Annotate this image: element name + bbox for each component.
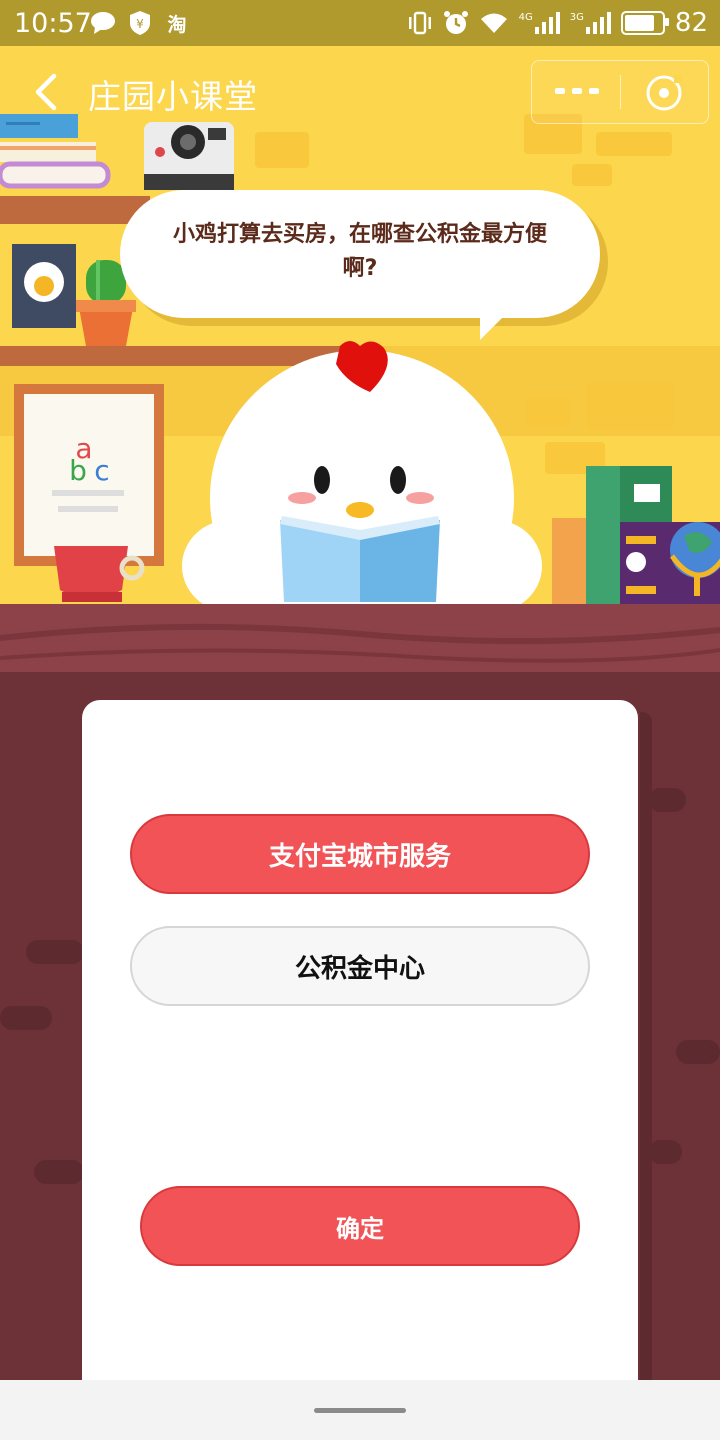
- bg-dash: [0, 1006, 52, 1030]
- question-bubble: 小鸡打算去买房，在哪查公积金最方便啊?: [120, 190, 600, 318]
- mini-program-capsule: [531, 60, 709, 124]
- battery-percent: 82: [674, 8, 708, 38]
- option-label: 公积金中心: [294, 953, 425, 984]
- taobao-icon: 淘: [167, 13, 186, 35]
- chat-bubble-icon: [91, 12, 115, 34]
- shield-yen-icon: ¥: [130, 11, 150, 35]
- card-shadow: [640, 712, 652, 1402]
- wifi-icon: [480, 13, 507, 33]
- table-surface: [0, 604, 720, 672]
- bg-dash: [34, 1160, 84, 1184]
- answer-card: 支付宝城市服务 公积金中心 确定: [82, 700, 638, 1400]
- chevron-left-icon[interactable]: [26, 68, 66, 116]
- app-root: a b c 10:57 ¥ 淘 4G 3G 82 庄园小课堂 小鸡打算去买房，在…: [0, 0, 720, 1440]
- home-indicator[interactable]: [314, 1408, 406, 1413]
- confirm-label: 确定: [336, 1214, 384, 1243]
- battery-fill: [624, 15, 654, 31]
- status-left-icons: ¥ 淘: [90, 8, 190, 38]
- status-bar: 10:57 ¥ 淘 4G 3G 82: [0, 0, 720, 46]
- bg-dash: [676, 1040, 720, 1064]
- vibrate-icon: [408, 11, 431, 35]
- confirm-button[interactable]: 确定: [140, 1186, 580, 1266]
- option-label: 支付宝城市服务: [268, 841, 451, 872]
- signal-3g-icon: 3G: [570, 12, 611, 34]
- svg-text:c: c: [94, 454, 109, 487]
- option-housing-fund-center[interactable]: 公积金中心: [130, 926, 590, 1006]
- network-label-4g: 4G: [518, 12, 533, 23]
- page-title: 庄园小课堂: [88, 77, 258, 116]
- status-time: 10:57: [14, 8, 92, 39]
- nav-header: 庄园小课堂: [0, 46, 720, 138]
- svg-text:b: b: [69, 454, 87, 487]
- network-label-3g: 3G: [569, 12, 584, 23]
- signal-4g-icon: 4G: [519, 12, 560, 34]
- alarm-icon: [443, 11, 468, 34]
- bg-dash: [648, 788, 686, 812]
- more-dots-icon[interactable]: [552, 79, 602, 103]
- svg-text:淘: 淘: [167, 13, 186, 35]
- battery-icon: [620, 11, 669, 35]
- bg-dash: [648, 1140, 682, 1164]
- svg-text:¥: ¥: [136, 17, 144, 31]
- status-right-icons: 4G 3G 82: [407, 6, 708, 40]
- option-alipay-city-service[interactable]: 支付宝城市服务: [130, 814, 590, 894]
- question-text: 小鸡打算去买房，在哪查公积金最方便啊?: [172, 222, 547, 281]
- bubble-tail: [480, 312, 508, 340]
- bg-dash: [26, 940, 84, 964]
- close-target-icon[interactable]: [644, 73, 684, 113]
- capsule-divider: [620, 75, 621, 109]
- system-nav-bar: [0, 1380, 720, 1440]
